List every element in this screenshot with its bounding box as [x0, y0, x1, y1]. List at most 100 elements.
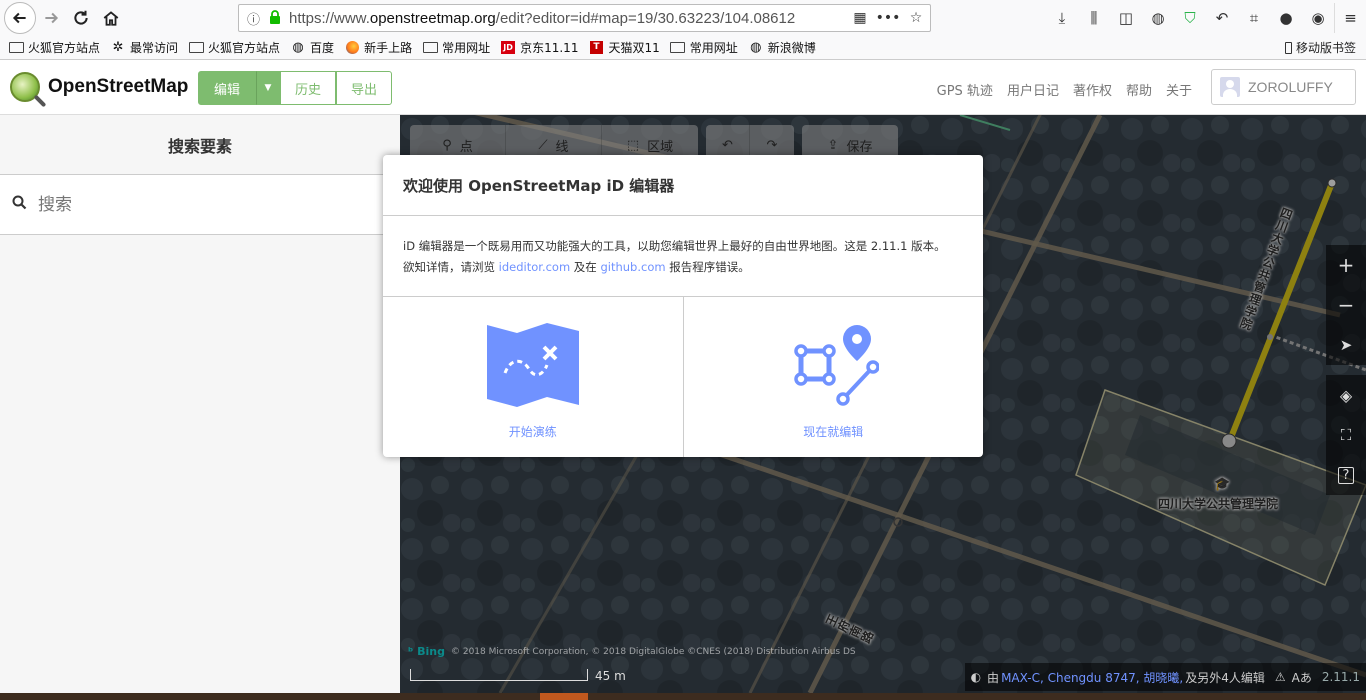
scale-bar[interactable]	[410, 669, 588, 681]
extension-shield-icon[interactable]: ⛉	[1174, 3, 1206, 33]
zoom-in-button[interactable]: +	[1326, 245, 1366, 285]
walkthrough-map-icon	[486, 323, 579, 407]
back-arrow-icon	[12, 12, 26, 24]
edit-button[interactable]: 编辑	[198, 71, 257, 105]
gps-traces-link[interactable]: GPS 轨迹	[937, 80, 993, 99]
qr-code-icon[interactable]: ▦	[846, 10, 874, 26]
start-editing-label[interactable]: 现在就编辑	[803, 423, 863, 440]
bookmarks-toolbar: 火狐官方站点 ✲ 最常访问 火狐官方站点 ◍ 百度 新手上路 常用网址 JD 京东11…	[0, 36, 1366, 60]
about-link[interactable]: 关于	[1166, 80, 1192, 99]
osm-magnifier-icon	[10, 72, 40, 102]
reload-icon	[74, 10, 88, 25]
os-taskbar	[0, 693, 1366, 700]
copyright-link[interactable]: 著作权	[1073, 80, 1112, 99]
user-menu-button[interactable]: ZOROLUFFY	[1211, 69, 1356, 105]
site-title[interactable]: OpenStreetMap	[48, 76, 188, 98]
screenshot-crop-icon[interactable]: ⌗	[1238, 3, 1270, 33]
bookmark-item[interactable]: 新手上路	[344, 39, 412, 56]
feature-search-bar[interactable]	[0, 175, 400, 235]
bookmark-item[interactable]: T 天猫双11	[588, 39, 660, 56]
walkthrough-label[interactable]: 开始演练	[509, 423, 557, 440]
language-icon[interactable]: Aあ	[1292, 669, 1312, 686]
map-footer: ᵇ Bing © 2018 Microsoft Corporation, © 2…	[400, 645, 1366, 693]
browser-nav-bar: ⓘ https://www.openstreetmap.org/edit?edi…	[0, 0, 1366, 36]
more-actions-icon[interactable]: •••	[874, 10, 902, 26]
download-icon[interactable]: ⤓	[1046, 3, 1078, 33]
primary-nav-buttons: 编辑 ▼ 历史 导出	[198, 71, 393, 105]
history-button[interactable]: 历史	[280, 71, 337, 105]
bookmark-item[interactable]: JD 京东11.11	[500, 39, 578, 56]
forward-button[interactable]	[36, 3, 66, 33]
edit-dropdown-button[interactable]: ▼	[256, 71, 281, 105]
username-label: ZOROLUFFY	[1248, 79, 1333, 95]
scale-label: 45 m	[595, 669, 626, 683]
modal-description: iD 编辑器是一个既易用而又功能强大的工具，以助您编辑世界上最好的自由世界地图。…	[383, 216, 983, 297]
contributor-links[interactable]: MAX-C, Chengdu 8747, 胡晓曦,	[1001, 669, 1183, 686]
caret-down-icon: ▼	[264, 83, 272, 93]
zoom-out-button[interactable]: −	[1326, 285, 1366, 325]
jd-icon: JD	[501, 41, 515, 54]
issues-icon[interactable]: ⚠	[1275, 670, 1286, 684]
back-button[interactable]	[4, 2, 36, 34]
modal-choices: 开始演练 现在就编辑	[383, 297, 983, 457]
sidebar-icon[interactable]: ◫	[1110, 3, 1142, 33]
avatar	[1220, 77, 1240, 97]
folder-icon	[670, 41, 686, 55]
address-bar[interactable]: ⓘ https://www.openstreetmap.org/edit?edi…	[238, 4, 931, 32]
help-link[interactable]: 帮助	[1126, 80, 1152, 99]
description-line: iD 编辑器是一个既易用而又功能强大的工具，以助您编辑世界上最好的自由世界地图。…	[403, 239, 946, 253]
osm-logo[interactable]: OpenStreetMap	[10, 72, 188, 102]
library-icon[interactable]: ⫼	[1078, 3, 1110, 33]
lock-icon[interactable]	[269, 9, 289, 27]
bookmark-item[interactable]: 火狐官方站点	[188, 39, 280, 56]
map-controls: + − ➤ ◈ ⛶ ?	[1326, 245, 1366, 495]
user-diaries-link[interactable]: 用户日记	[1007, 80, 1059, 99]
url-text[interactable]: https://www.openstreetmap.org/edit?edito…	[289, 10, 846, 27]
site-header: OpenStreetMap 编辑 ▼ 历史 导出 GPS 轨迹 用户日记 著作权…	[0, 60, 1366, 115]
undo-close-tab-icon[interactable]: ↶	[1206, 3, 1238, 33]
imagery-attribution: ᵇ Bing © 2018 Microsoft Corporation, © 2…	[408, 645, 856, 658]
browser-toolbar: ⤓ ⫼ ◫ ◍ ⛉ ↶ ⌗ ● ◉ ≡	[1046, 0, 1366, 36]
export-button[interactable]: 导出	[336, 71, 393, 105]
chat-icon[interactable]: ●	[1270, 3, 1302, 33]
contributors-icon: ◐	[970, 670, 982, 684]
bookmark-item[interactable]: ✲ 最常访问	[110, 39, 178, 56]
version-label[interactable]: 2.11.1	[1322, 670, 1360, 684]
help-button[interactable]: ?	[1326, 455, 1366, 495]
geolocate-button[interactable]: ➤	[1326, 325, 1366, 365]
globe-icon[interactable]: ◍	[1142, 3, 1174, 33]
folder-icon	[188, 41, 204, 55]
help-icon: ?	[1337, 466, 1355, 484]
start-editing-button[interactable]: 现在就编辑	[682, 297, 984, 457]
bookmark-item[interactable]: 火狐官方站点	[8, 39, 100, 56]
reload-button[interactable]	[66, 3, 96, 33]
background-layers-button[interactable]: ◈	[1326, 375, 1366, 415]
layers-icon: ◈	[1339, 385, 1353, 405]
bookmark-item[interactable]: 常用网址	[422, 39, 490, 56]
info-icon[interactable]: ⓘ	[247, 9, 269, 28]
ideditor-link[interactable]: ideditor.com	[499, 260, 571, 274]
other-contributors-link[interactable]: 及另外4人编辑	[1185, 669, 1265, 686]
tmall-icon: T	[588, 41, 604, 55]
menu-icon[interactable]: ≡	[1334, 3, 1366, 33]
bookmark-star-icon[interactable]: ☆	[902, 10, 930, 26]
search-input[interactable]	[38, 194, 338, 215]
map-data-button[interactable]: ⛶	[1326, 415, 1366, 455]
bookmark-item[interactable]: ◍ 新浪微博	[748, 39, 816, 56]
mobile-bookmarks[interactable]: 移动版书签	[1284, 39, 1356, 56]
home-button[interactable]	[96, 3, 126, 33]
welcome-modal: 欢迎使用 OpenStreetMap iD 编辑器 iD 编辑器是一个既易用而又…	[383, 155, 983, 457]
bookmark-item[interactable]: 常用网址	[670, 39, 738, 56]
walkthrough-button[interactable]: 开始演练	[383, 297, 683, 457]
account-icon[interactable]: ◉	[1302, 3, 1334, 33]
locate-arrow-icon: ➤	[1339, 336, 1353, 354]
globe-icon: ◍	[750, 40, 762, 55]
folder-icon	[422, 41, 438, 55]
bookmark-item[interactable]: ◍ 百度	[290, 39, 334, 56]
gear-icon: ✲	[112, 40, 124, 55]
bing-logo-icon[interactable]: ᵇ Bing	[408, 645, 445, 658]
github-link[interactable]: github.com	[600, 260, 665, 274]
folder-icon	[8, 41, 24, 55]
firefox-icon	[344, 41, 360, 55]
start-editing-icon	[794, 325, 880, 406]
